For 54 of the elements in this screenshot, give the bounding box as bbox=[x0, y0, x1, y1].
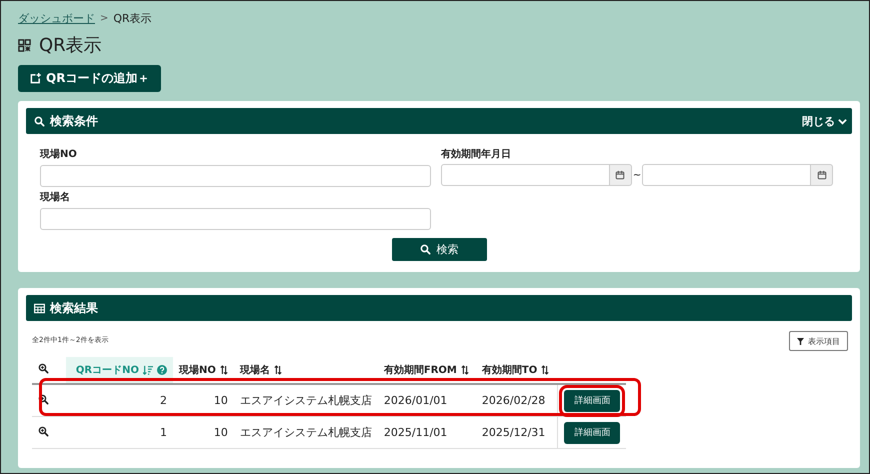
end-date-field[interactable] bbox=[642, 164, 812, 186]
search-icon bbox=[420, 244, 430, 255]
table-cell: 2026/02/28 bbox=[476, 384, 558, 416]
calendar-button[interactable] bbox=[811, 164, 834, 186]
site-name-field[interactable] bbox=[40, 208, 431, 230]
table-cell: 10 bbox=[173, 384, 234, 416]
sort-icon[interactable] bbox=[220, 365, 228, 375]
panel-title: 検索条件 bbox=[50, 112, 98, 130]
detail-button[interactable]: 詳細画面 bbox=[564, 390, 620, 412]
start-date-field[interactable] bbox=[441, 164, 610, 186]
range-separator: ~ bbox=[632, 170, 642, 180]
display-columns-button[interactable]: 表示項目 bbox=[789, 331, 848, 351]
table-cell: 2025/11/01 bbox=[378, 416, 476, 448]
filter-icon bbox=[797, 338, 804, 344]
table-icon bbox=[34, 302, 45, 314]
zoom-in-icon[interactable] bbox=[38, 394, 49, 404]
calendar-icon bbox=[816, 170, 827, 180]
column-header[interactable]: 現場NO bbox=[173, 357, 234, 384]
sort-icon[interactable] bbox=[274, 365, 282, 375]
field-label: 現場名 bbox=[40, 190, 71, 204]
field-label: 現場NO bbox=[40, 148, 78, 161]
zoom-in-icon[interactable] bbox=[38, 426, 49, 436]
sort-icon[interactable] bbox=[460, 365, 469, 375]
search-button[interactable]: 検索 bbox=[392, 238, 486, 261]
site-number-field[interactable] bbox=[40, 165, 431, 187]
add-qr-code-button[interactable]: QRコードの追加＋ bbox=[18, 65, 162, 92]
table-cell: 2026/01/01 bbox=[378, 384, 476, 416]
search-icon bbox=[34, 116, 45, 126]
table-cell: 2 bbox=[66, 384, 173, 416]
column-header[interactable]: 現場名 bbox=[234, 357, 378, 384]
add-note-icon bbox=[30, 73, 41, 84]
zoom-in-icon[interactable] bbox=[38, 363, 49, 374]
calendar-button[interactable] bbox=[610, 164, 632, 186]
column-header[interactable]: 有効期間FROM bbox=[378, 357, 476, 384]
sort-icon[interactable] bbox=[541, 365, 550, 375]
table-cell: 1 bbox=[66, 416, 173, 448]
panel-title: 検索結果 bbox=[50, 300, 98, 316]
breadcrumb-separator: > bbox=[100, 13, 108, 24]
breadcrumb-current: QR表示 bbox=[113, 11, 152, 26]
table-cell: 10 bbox=[173, 416, 234, 448]
chevron-icon bbox=[838, 116, 847, 126]
table-cell: エスアイシステム札幌支店 bbox=[234, 384, 378, 416]
field-label: 有効期間年月日 bbox=[441, 148, 512, 161]
table-cell: エスアイシステム札幌支店 bbox=[234, 416, 378, 448]
column-header[interactable]: 有効期間TO bbox=[476, 357, 558, 384]
collapse-toggle[interactable]: 閉じる bbox=[802, 114, 847, 128]
calendar-icon bbox=[615, 170, 626, 180]
table-cell: 2025/12/31 bbox=[476, 416, 558, 448]
page-title: QR表示 bbox=[39, 34, 102, 57]
breadcrumb-link[interactable]: ダッシュボード bbox=[18, 11, 95, 26]
help-icon[interactable] bbox=[157, 365, 167, 375]
sort-descending-icon[interactable] bbox=[143, 365, 153, 375]
qr-code-icon bbox=[18, 38, 31, 52]
detail-button[interactable]: 詳細画面 bbox=[564, 422, 620, 444]
